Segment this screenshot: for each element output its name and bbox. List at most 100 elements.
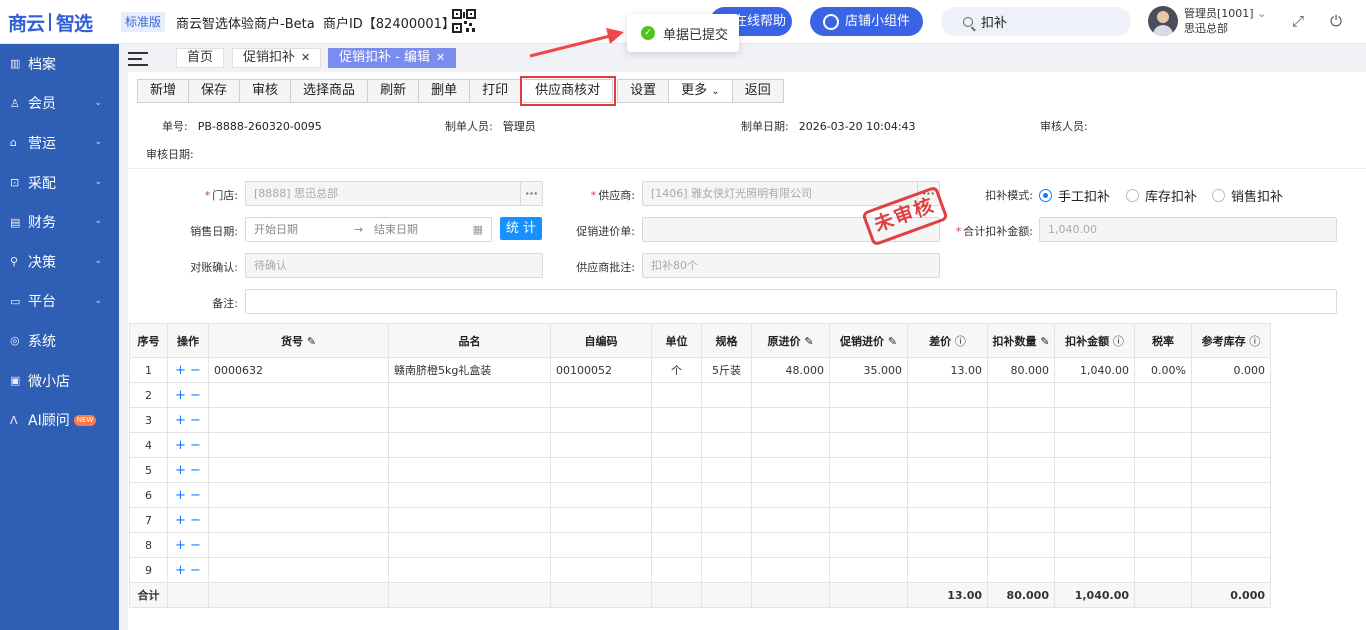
cell-self-code[interactable]	[550, 482, 652, 508]
cell-promo-price[interactable]	[829, 407, 908, 433]
cell-ref-stock[interactable]	[1191, 407, 1271, 433]
sale-date-range[interactable]: 开始日期 → 结束日期 ▦	[245, 217, 492, 242]
cell-unit[interactable]	[651, 507, 702, 533]
cell-qty[interactable]	[987, 507, 1055, 533]
power-icon[interactable]: ⏻	[1328, 13, 1344, 29]
cell-amount[interactable]	[1054, 407, 1135, 433]
store-widget-button[interactable]: 店铺小组件	[810, 7, 923, 36]
cell-diff[interactable]	[907, 382, 988, 408]
cell-diff[interactable]	[907, 507, 988, 533]
sidebar-item-2[interactable]: ⌂ 营运 ⌄	[0, 123, 119, 163]
cell-diff[interactable]	[907, 457, 988, 483]
cell-unit[interactable]	[651, 557, 702, 583]
cell-row-ops[interactable]: + −	[167, 357, 209, 383]
tab-promo-deduction-edit[interactable]: 促销扣补 - 编辑 ✕	[328, 48, 457, 68]
mode-manual-radio[interactable]: 手工扣补	[1039, 186, 1110, 205]
cell-orig-price[interactable]	[751, 407, 830, 433]
cell-promo-price[interactable]	[829, 482, 908, 508]
cell-item-name[interactable]	[388, 457, 551, 483]
search-input[interactable]	[981, 14, 1121, 29]
cell-item-no[interactable]	[208, 382, 389, 408]
more-icon[interactable]: ···	[520, 182, 542, 205]
cell-orig-price[interactable]	[751, 457, 830, 483]
close-icon[interactable]: ✕	[301, 51, 310, 64]
logo[interactable]: 商云 智选	[8, 9, 93, 35]
cell-spec[interactable]	[701, 507, 752, 533]
cell-promo-price[interactable]	[829, 457, 908, 483]
cell-qty[interactable]	[987, 382, 1055, 408]
sidebar-item-6[interactable]: ▭ 平台 ⌄	[0, 282, 119, 322]
cell-unit[interactable]: 个	[651, 357, 702, 383]
cell-unit[interactable]	[651, 532, 702, 558]
col-qty[interactable]: 扣补数量 ✎	[987, 323, 1055, 358]
tab-home[interactable]: 首页	[176, 48, 225, 68]
back-button[interactable]: 返回	[732, 79, 784, 103]
cell-item-name[interactable]	[388, 482, 551, 508]
cell-unit[interactable]	[651, 382, 702, 408]
cell-promo-price[interactable]	[829, 532, 908, 558]
cell-unit[interactable]	[651, 482, 702, 508]
cell-promo-price[interactable]	[829, 557, 908, 583]
cell-qty[interactable]	[987, 407, 1055, 433]
sidebar-item-1[interactable]: ♙ 会员 ⌄	[0, 84, 119, 124]
cell-item-name[interactable]	[388, 507, 551, 533]
cell-ref-stock[interactable]	[1191, 482, 1271, 508]
cell-orig-price[interactable]	[751, 482, 830, 508]
cell-item-no[interactable]	[208, 482, 389, 508]
qr-code-icon[interactable]	[452, 9, 476, 33]
fullscreen-icon[interactable]: ⤢	[1290, 13, 1306, 29]
audit-button[interactable]: 审核	[240, 79, 292, 103]
menu-toggle-icon[interactable]	[128, 52, 148, 66]
cell-tax[interactable]	[1134, 457, 1192, 483]
cell-ref-stock[interactable]	[1191, 432, 1271, 458]
col-item-no[interactable]: 货号 ✎	[208, 323, 389, 358]
cell-amount[interactable]	[1054, 557, 1135, 583]
cell-row-ops[interactable]: + −	[167, 382, 209, 408]
cell-ref-stock[interactable]	[1191, 457, 1271, 483]
cell-promo-price[interactable]	[829, 382, 908, 408]
end-date-input[interactable]: 结束日期	[374, 218, 418, 241]
stat-button[interactable]: 统 计	[500, 217, 542, 240]
refresh-button[interactable]: 刷新	[368, 79, 420, 103]
cell-tax[interactable]: 0.00%	[1134, 357, 1192, 383]
cell-diff[interactable]	[907, 407, 988, 433]
cell-diff[interactable]	[907, 432, 988, 458]
cell-diff[interactable]	[907, 532, 988, 558]
cell-item-no[interactable]	[208, 407, 389, 433]
col-orig-price[interactable]: 原进价 ✎	[751, 323, 830, 358]
sidebar-item-0[interactable]: ▥ 档案	[0, 44, 119, 84]
cell-row-ops[interactable]: + −	[167, 407, 209, 433]
cell-unit[interactable]	[651, 432, 702, 458]
cell-self-code[interactable]	[550, 407, 652, 433]
cell-spec[interactable]	[701, 482, 752, 508]
cell-tax[interactable]	[1134, 382, 1192, 408]
cell-row-ops[interactable]: + −	[167, 432, 209, 458]
cell-tax[interactable]	[1134, 532, 1192, 558]
cell-diff[interactable]	[907, 482, 988, 508]
cell-item-name[interactable]: 赣南脐橙5kg礼盒装	[388, 357, 551, 383]
supplier-reconcile-button[interactable]: 供应商核对	[520, 76, 617, 106]
cell-item-name[interactable]	[388, 432, 551, 458]
cell-qty[interactable]	[987, 557, 1055, 583]
cell-row-ops[interactable]: + −	[167, 457, 209, 483]
cell-amount[interactable]	[1054, 532, 1135, 558]
store-field[interactable]: [8888] 思迅总部 ···	[245, 181, 543, 206]
cell-spec[interactable]	[701, 407, 752, 433]
cell-spec[interactable]: 5斤装	[701, 357, 752, 383]
cell-orig-price[interactable]	[751, 382, 830, 408]
sidebar-item-4[interactable]: ▤ 财务 ⌄	[0, 202, 119, 242]
sidebar-item-7[interactable]: ◎ 系统	[0, 321, 119, 361]
new-button[interactable]: 新增	[137, 79, 190, 103]
cell-orig-price[interactable]: 48.000	[751, 357, 830, 383]
cell-tax[interactable]	[1134, 557, 1192, 583]
cell-tax[interactable]	[1134, 507, 1192, 533]
cell-tax[interactable]	[1134, 432, 1192, 458]
cell-self-code[interactable]	[550, 532, 652, 558]
save-button[interactable]: 保存	[189, 79, 241, 103]
cell-amount[interactable]	[1054, 432, 1135, 458]
print-button[interactable]: 打印	[470, 79, 522, 103]
cell-spec[interactable]	[701, 532, 752, 558]
cell-row-ops[interactable]: + −	[167, 482, 209, 508]
cell-qty[interactable]	[987, 457, 1055, 483]
cell-tax[interactable]	[1134, 482, 1192, 508]
